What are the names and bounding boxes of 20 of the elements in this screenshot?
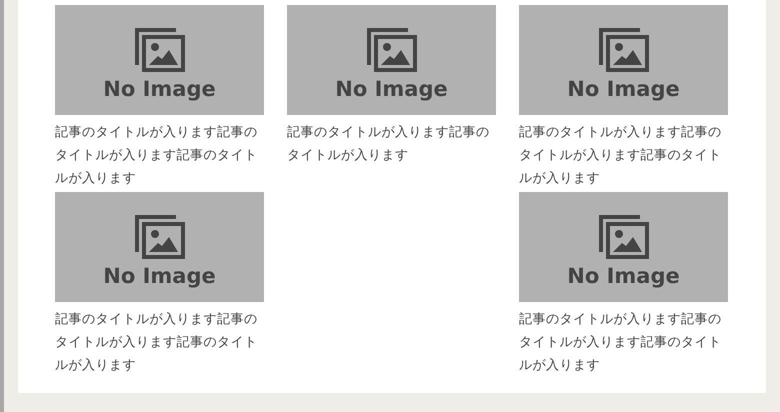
image-icon bbox=[366, 26, 418, 72]
no-image-thumbnail[interactable]: No Image bbox=[55, 192, 264, 302]
article-title[interactable]: 記事のタイトルが入ります記事のタイトルが入ります記事のタイトルが入ります bbox=[55, 308, 264, 377]
no-image-thumbnail[interactable]: No Image bbox=[55, 5, 264, 115]
article-title[interactable]: 記事のタイトルが入ります記事のタイトルが入ります記事のタイトルが入ります bbox=[519, 121, 728, 190]
no-image-label: No Image bbox=[335, 78, 448, 100]
image-icon bbox=[134, 26, 186, 72]
no-image-label: No Image bbox=[103, 266, 216, 286]
article-title[interactable]: 記事のタイトルが入ります記事のタイトルが入ります記事のタイトルが入ります bbox=[519, 308, 728, 377]
no-image-thumbnail[interactable]: No Image bbox=[287, 5, 496, 115]
image-icon bbox=[134, 214, 186, 260]
no-image-label: No Image bbox=[567, 266, 680, 286]
no-image-label: No Image bbox=[567, 78, 680, 100]
image-icon bbox=[598, 214, 650, 260]
no-image-thumbnail[interactable]: No Image bbox=[519, 192, 728, 302]
no-image-label: No Image bbox=[103, 78, 216, 100]
image-icon bbox=[598, 26, 650, 72]
no-image-thumbnail[interactable]: No Image bbox=[519, 5, 728, 115]
article-title[interactable]: 記事のタイトルが入ります記事のタイトルが入ります bbox=[287, 121, 496, 167]
article-title[interactable]: 記事のタイトルが入ります記事のタイトルが入ります記事のタイトルが入ります bbox=[55, 121, 264, 190]
